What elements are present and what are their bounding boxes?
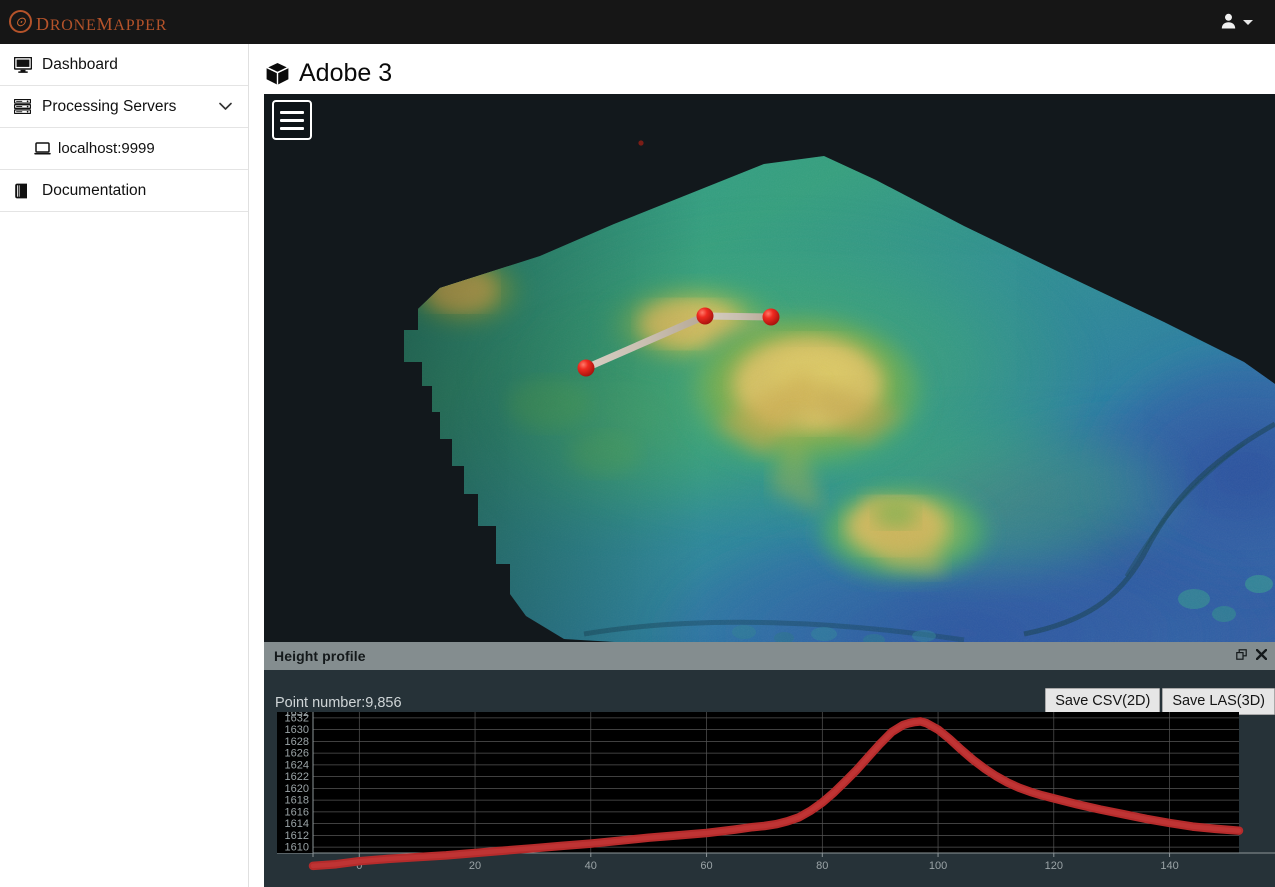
height-profile-plot[interactable]: 1610161216141616161816201622162416261628… bbox=[264, 712, 1275, 887]
sidebar-item-processing-servers[interactable]: Processing Servers bbox=[0, 86, 248, 128]
x-axis-tick-label: 100 bbox=[929, 860, 947, 872]
measurement-marker bbox=[696, 307, 714, 325]
measurement-marker bbox=[577, 359, 595, 377]
x-axis-tick-label: 80 bbox=[816, 860, 828, 872]
y-axis-tick-label: 1632 bbox=[285, 712, 309, 719]
menu-bar bbox=[280, 126, 304, 130]
chevron-down-icon[interactable] bbox=[219, 100, 232, 113]
server-stack-icon bbox=[14, 99, 35, 114]
user-icon bbox=[1221, 13, 1236, 32]
x-axis-tick-label: 120 bbox=[1045, 860, 1063, 872]
stray-point bbox=[638, 140, 644, 146]
y-axis-tick-label: 1616 bbox=[285, 806, 309, 818]
measurement-marker bbox=[762, 308, 780, 326]
laptop-icon bbox=[34, 141, 53, 156]
height-profile-chart[interactable]: 1610161216141616161816201622162416261628… bbox=[264, 712, 1275, 887]
drone-swirl-icon: ⊙ bbox=[8, 9, 34, 35]
sidebar-item-documentation[interactable]: Documentation bbox=[0, 170, 248, 212]
x-axis-tick-label: 140 bbox=[1160, 860, 1178, 872]
sidebar-item-label: Dashboard bbox=[42, 55, 118, 73]
point-number-label: Point number:9,856 bbox=[275, 695, 402, 711]
y-axis-tick-label: 1626 bbox=[285, 748, 309, 760]
menu-bar bbox=[280, 118, 304, 122]
y-axis-tick-label: 1628 bbox=[285, 736, 309, 748]
y-axis-tick-label: 1622 bbox=[285, 771, 309, 783]
y-axis-tick-label: 1618 bbox=[285, 795, 309, 807]
brand-logo-link[interactable]: ⊙ DRONEMAPPER bbox=[0, 0, 167, 44]
point-cloud-viewer[interactable] bbox=[264, 94, 1275, 646]
page-title: Adobe 3 bbox=[265, 53, 392, 93]
save-csv-2d-button[interactable]: Save CSV(2D) bbox=[1045, 688, 1161, 715]
brand-name: DRONEMAPPER bbox=[36, 6, 168, 36]
hamburger-menu-icon[interactable] bbox=[272, 100, 312, 140]
point-cloud-render[interactable] bbox=[264, 94, 1275, 646]
desktop-monitor-icon bbox=[14, 56, 35, 73]
chevron-down-icon bbox=[1243, 19, 1253, 25]
x-axis-tick-label: 20 bbox=[469, 860, 481, 872]
page-title-text: Adobe 3 bbox=[299, 58, 393, 87]
restore-window-icon[interactable] bbox=[1236, 648, 1247, 664]
y-axis-tick-label: 1624 bbox=[285, 759, 309, 771]
sidebar-item-label: Processing Servers bbox=[42, 97, 177, 115]
profile-actions: Save CSV(2D) Save LAS(3D) bbox=[1045, 688, 1275, 715]
save-las-3d-button[interactable]: Save LAS(3D) bbox=[1162, 688, 1275, 715]
sidebar-navigation: Dashboard Processing Servers localhost:9… bbox=[0, 44, 249, 887]
menu-bar bbox=[280, 110, 304, 114]
y-axis-tick-label: 1610 bbox=[285, 842, 309, 854]
y-axis-tick-label: 1612 bbox=[285, 830, 309, 842]
x-axis-tick-label: 60 bbox=[700, 860, 712, 872]
sidebar-item-localhost-9999[interactable]: localhost:9999 bbox=[0, 128, 248, 170]
sidebar-item-label: localhost:9999 bbox=[58, 140, 155, 157]
sidebar-item-dashboard[interactable]: Dashboard bbox=[0, 44, 248, 86]
user-menu-button[interactable] bbox=[1221, 0, 1275, 44]
book-icon bbox=[14, 183, 35, 199]
height-profile-title: Height profile bbox=[274, 648, 366, 664]
height-profile-body: Point number:9,856 Save CSV(2D) Save LAS… bbox=[264, 670, 1275, 887]
close-icon[interactable] bbox=[1255, 648, 1268, 664]
x-axis-tick-label: 40 bbox=[585, 860, 597, 872]
main-content: Adobe 3 Height profile Point number:9,85… bbox=[249, 44, 1275, 887]
y-axis-tick-label: 1620 bbox=[285, 783, 309, 795]
height-profile-titlebar[interactable]: Height profile bbox=[264, 642, 1275, 670]
top-navigation-bar: ⊙ DRONEMAPPER bbox=[0, 0, 1275, 44]
height-profile-panel: Height profile Point number:9,856 Save C… bbox=[264, 642, 1275, 887]
sidebar-item-label: Documentation bbox=[42, 181, 147, 199]
y-axis-tick-label: 1614 bbox=[285, 818, 309, 830]
cube-icon bbox=[265, 61, 290, 86]
y-axis-tick-label: 1630 bbox=[285, 724, 309, 736]
